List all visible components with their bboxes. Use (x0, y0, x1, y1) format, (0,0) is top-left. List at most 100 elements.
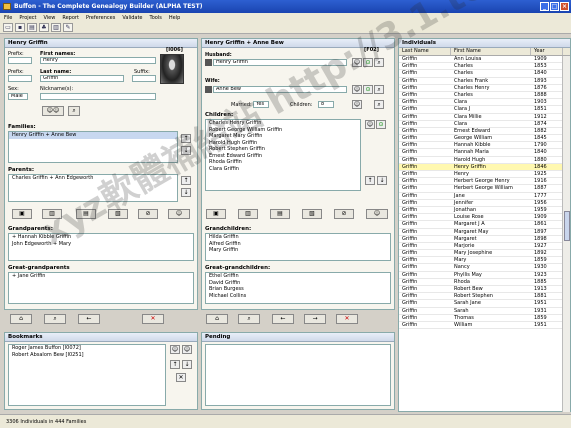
link-icon[interactable]: ⊙ (363, 58, 373, 67)
move-up-icon[interactable]: ↑ (365, 176, 375, 185)
person-add-icon[interactable]: ☺ (365, 120, 375, 129)
children-list[interactable]: Charles Henry Griffin Robert George Will… (205, 119, 361, 191)
chart-icon[interactable]: ▥ (51, 23, 61, 32)
table-row[interactable]: Griffin Robert Stephen 1881 (399, 293, 563, 301)
prefix-field-2[interactable] (8, 75, 32, 82)
search-icon[interactable]: ⌕ (68, 106, 80, 116)
close-button[interactable]: × (560, 2, 569, 11)
table-row[interactable]: Griffin Mary 1859 (399, 257, 563, 265)
table-row[interactable]: Griffin Marjorie 1927 (399, 243, 563, 251)
families-list[interactable]: Henry Griffin + Anne Bew (8, 131, 178, 163)
print-icon[interactable]: ▤ (27, 23, 37, 32)
bookmark-person-icon[interactable]: ☺ (170, 345, 180, 354)
table-row[interactable]: Griffin Mary Josephine 1892 (399, 250, 563, 258)
search-icon[interactable]: ⌕ (374, 100, 384, 109)
scrollbar-thumb[interactable] (564, 211, 570, 241)
tree-icon[interactable]: ♣ (39, 23, 49, 32)
pedigree-icon[interactable]: ▥ (238, 209, 258, 219)
husband-field[interactable]: Henry Griffin (213, 59, 347, 66)
bookmarks-list[interactable]: Roger James Buffon [I0072] Robert Absalo… (8, 344, 166, 406)
table-row[interactable]: Griffin Margaret May 1897 (399, 229, 563, 236)
move-down-icon[interactable]: ↓ (181, 146, 191, 155)
list-item[interactable]: Henry Griffin + Anne Bew (9, 132, 177, 139)
card-icon[interactable]: ▤ (76, 209, 96, 219)
list-item[interactable]: Mary Griffin (206, 247, 390, 254)
table-row[interactable]: Griffin Sarah 1931 (399, 308, 563, 315)
save-icon[interactable]: ▪ (15, 23, 25, 32)
picture-icon[interactable]: ▧ (108, 209, 128, 219)
family-group-icon[interactable]: ▣ (12, 209, 32, 219)
table-row[interactable]: Griffin Charles 1840 (399, 70, 563, 78)
menu-validate[interactable]: Validate (122, 15, 142, 21)
table-row[interactable]: Griffin Rhoda 1885 (399, 279, 563, 286)
list-item[interactable]: Charles Griffin + Ann Edgeworth (9, 175, 177, 182)
search-icon[interactable]: ⌕ (374, 58, 384, 67)
card-icon[interactable]: ▤ (270, 209, 290, 219)
family-delete-icon[interactable]: ✕ (336, 314, 358, 324)
unlink-icon[interactable]: ⊘ (334, 209, 354, 219)
move-down-icon[interactable]: ↓ (377, 176, 387, 185)
last-name-field[interactable]: Griffin (40, 75, 124, 82)
menu-help[interactable]: Help (169, 15, 180, 21)
great-grandchildren-list[interactable]: Ethel Griffin David Griffin Brian Burges… (205, 272, 391, 304)
table-row[interactable]: Griffin Charles Henry 1876 (399, 85, 563, 92)
bookmark-family-icon[interactable]: ☺ (182, 345, 192, 354)
search-icon[interactable]: ⌕ (374, 85, 384, 94)
table-row[interactable]: Griffin Phyllis May 1923 (399, 272, 563, 279)
person-photo[interactable] (160, 54, 184, 84)
table-row[interactable]: Griffin Louise Rose 1909 (399, 214, 563, 222)
remove-icon[interactable]: ✕ (176, 373, 186, 382)
children-count-field[interactable]: 8 (318, 101, 334, 108)
table-row[interactable]: Griffin William 1951 (399, 322, 563, 330)
menu-project[interactable]: Project (19, 15, 36, 21)
person-card-icon[interactable]: ☺ (366, 209, 388, 219)
person-delete-icon[interactable]: ✕ (142, 314, 164, 324)
table-row[interactable]: Griffin Charles 1853 (399, 63, 563, 71)
move-up-icon[interactable]: ↑ (181, 134, 191, 143)
move-down-icon[interactable]: ↓ (182, 360, 192, 369)
list-item[interactable]: Michael Collins (206, 293, 390, 300)
move-down-icon[interactable]: ↓ (181, 188, 191, 197)
pedigree-icon[interactable]: ▥ (42, 209, 62, 219)
family-home-icon[interactable]: ⌂ (206, 314, 228, 324)
col-year[interactable]: Year (531, 48, 563, 55)
table-row[interactable]: Griffin Margaret J A 1861 (399, 221, 563, 229)
table-row[interactable]: Griffin Ernest Edward 1882 (399, 128, 563, 136)
menu-preferences[interactable]: Preferences (86, 15, 115, 21)
table-row[interactable]: Griffin Sarah Jane 1951 (399, 300, 563, 308)
table-row[interactable]: Griffin Nancy 1930 (399, 264, 563, 272)
table-row[interactable]: Griffin Hannah Maria 1840 (399, 149, 563, 157)
table-row[interactable]: Griffin Robert Bew 1913 (399, 286, 563, 294)
move-up-icon[interactable]: ↑ (181, 176, 191, 185)
table-row[interactable]: Griffin Clara Millie 1912 (399, 114, 563, 121)
individuals-scrollbar[interactable] (562, 56, 570, 412)
table-row[interactable]: Griffin Jane 1777 (399, 193, 563, 200)
list-item[interactable]: John Edgeworth + Mary (9, 241, 193, 248)
table-row[interactable]: Griffin Clara 1874 (399, 121, 563, 128)
people-group-icon[interactable]: ☺☺ (42, 106, 64, 116)
open-folder-icon[interactable]: ▭ (3, 23, 13, 32)
table-row[interactable]: Griffin George William 1845 (399, 135, 563, 143)
list-item[interactable]: Robert Absalom Bew [I0251] (9, 352, 165, 359)
list-item[interactable]: Clara Griffin (206, 166, 360, 173)
person-icon[interactable]: ☺ (352, 85, 362, 94)
menu-report[interactable]: Report (62, 15, 79, 21)
first-names-field[interactable]: Henry (40, 57, 156, 64)
col-first-name[interactable]: First Name (451, 48, 531, 55)
wife-field[interactable]: Anne Bew (213, 86, 347, 93)
link-icon[interactable]: ⊙ (376, 120, 386, 129)
minimize-button[interactable]: _ (540, 2, 549, 11)
prefix-field[interactable] (8, 57, 32, 64)
menu-tools[interactable]: Tools (150, 15, 162, 21)
list-item[interactable]: + Jane Griffin (9, 273, 193, 280)
parents-list[interactable]: Charles Griffin + Ann Edgeworth (8, 174, 178, 202)
table-row[interactable]: Griffin Herbert George William 1887 (399, 185, 563, 193)
unlink-icon[interactable]: ⊘ (138, 209, 158, 219)
table-row[interactable]: Griffin Charles Frank 1893 (399, 78, 563, 85)
family-forward-icon[interactable]: → (304, 314, 326, 324)
suffix-field[interactable] (132, 75, 156, 82)
person-card-icon[interactable]: ☺ (168, 209, 190, 219)
book-icon[interactable]: ✎ (63, 23, 73, 32)
col-last-name[interactable]: Last Name (399, 48, 451, 55)
married-select[interactable]: Yes (253, 101, 269, 108)
